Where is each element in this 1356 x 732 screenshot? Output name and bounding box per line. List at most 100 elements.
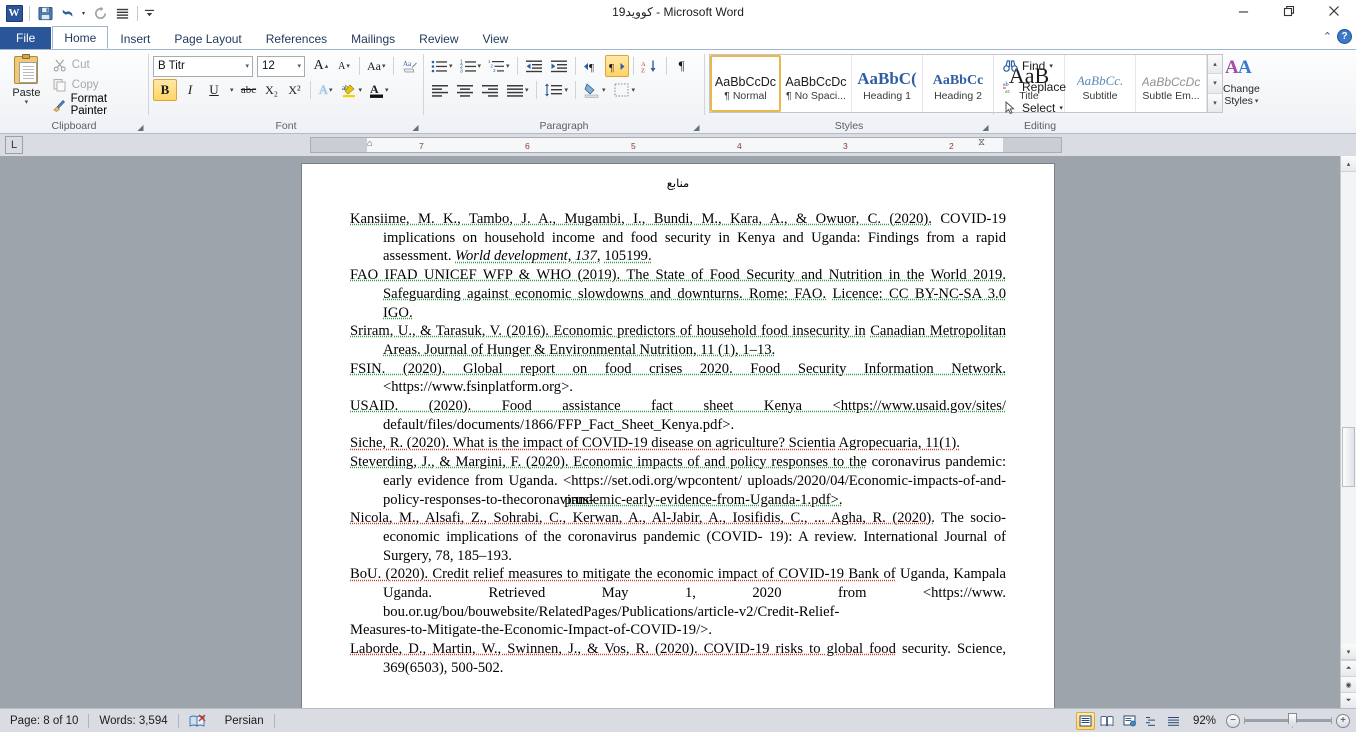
tab-insert[interactable]: Insert [108,28,162,49]
document-canvas[interactable]: منابع Kansiime, M. K., Tambo, J. A., Mug… [0,156,1356,708]
style-normal[interactable]: AaBbCcDc ¶ Normal [710,55,781,112]
previous-page-button[interactable]: ⏶ [1341,660,1356,676]
view-web-layout-button[interactable] [1120,712,1139,730]
reference-entry[interactable]: Laborde, D., Martin, W., Swinnen, J., & … [350,640,1006,677]
document-content[interactable]: منابع Kansiime, M. K., Tambo, J. A., Mug… [302,164,1054,678]
zoom-slider-track[interactable] [1244,719,1332,722]
scroll-up-button[interactable]: ▴ [1341,156,1356,172]
word-logo-button[interactable]: W [4,3,24,23]
view-draft-button[interactable] [1164,712,1183,730]
reference-entry[interactable]: Sriram, U., & Tarasuk, V. (2016). Econom… [350,322,1006,359]
shrink-font-button[interactable]: A▾ [333,55,355,77]
highlight-button[interactable]: ab ▾ [338,79,366,101]
document-page[interactable]: منابع Kansiime, M. K., Tambo, J. A., Mug… [302,164,1054,708]
undo-button[interactable] [57,3,77,23]
tab-review[interactable]: Review [407,28,470,49]
reference-entry[interactable]: Nicola, M., Alsafi, Z., Sohrabi, C., Ker… [350,509,1006,565]
justify-button[interactable]: ▾ [503,79,532,101]
word-count[interactable]: Words: 3,594 [89,711,177,731]
paste-button[interactable]: Paste ▾ [4,53,49,106]
borders-button[interactable]: ▾ [610,79,639,101]
grow-font-button[interactable]: A▴ [310,55,332,77]
zoom-level-label[interactable]: 92% [1186,715,1223,727]
font-dialog-launcher[interactable]: ◢ [410,122,421,133]
style-heading-2[interactable]: AaBbCc Heading 2 [923,55,994,112]
customize-quick-access-button[interactable] [143,3,156,23]
font-name-combo[interactable]: B Titr ▾ [153,56,253,77]
bullets-button[interactable]: ▾ [428,55,456,77]
paragraph-dialog-launcher[interactable]: ◢ [691,122,702,133]
language-indicator[interactable]: Persian [215,711,274,731]
horizontal-ruler[interactable]: 7 6 5 4 3 2 [310,137,1062,153]
superscript-button[interactable]: X² [284,79,306,101]
rtl-text-direction-button[interactable]: ¶ [605,55,629,77]
clipboard-dialog-launcher[interactable]: ◢ [135,122,146,133]
next-page-button[interactable]: ⏷ [1341,692,1356,708]
find-button[interactable]: Find ▾ [998,56,1070,76]
close-button[interactable] [1311,0,1356,21]
style-no-spacing[interactable]: AaBbCcDc ¶ No Spaci... [781,55,852,112]
view-full-screen-reading-button[interactable] [1098,712,1117,730]
vertical-scrollbar[interactable]: ▴ ▾ ⏶ ◉ ⏷ [1340,156,1356,708]
reference-entry[interactable]: USAID. (2020). Food assistance fact shee… [350,397,1006,434]
select-button[interactable]: Select ▾ [998,98,1070,118]
tab-view[interactable]: View [471,28,521,49]
gallery-more[interactable]: ▾ [1208,94,1222,112]
subscript-button[interactable]: X₂ [261,79,283,101]
tab-home[interactable]: Home [52,26,108,49]
styles-dialog-launcher[interactable]: ◢ [980,122,991,133]
view-print-layout-button[interactable] [1076,712,1095,730]
zoom-slider-thumb[interactable] [1288,713,1297,728]
scroll-track[interactable] [1341,172,1356,644]
underline-button[interactable]: U [203,79,225,101]
scroll-thumb[interactable] [1342,427,1355,487]
redo-button[interactable] [90,3,110,23]
gallery-scroll-up[interactable]: ▴ [1208,55,1222,74]
font-color-button[interactable]: A ▾ [366,79,392,101]
save-button[interactable] [35,3,55,23]
minimize-button[interactable] [1221,0,1266,21]
format-painter-button[interactable]: Format Painter [49,95,144,114]
align-center-button[interactable] [453,79,477,101]
tab-references[interactable]: References [254,28,339,49]
page-indicator[interactable]: Page: 8 of 10 [0,711,88,731]
change-case-button[interactable]: Aa▾ [364,55,389,77]
scroll-down-button[interactable]: ▾ [1341,644,1356,660]
restore-button[interactable] [1266,0,1311,21]
decrease-indent-button[interactable] [522,55,546,77]
clear-formatting-button[interactable]: Aa [398,55,422,77]
styles-gallery-scrollbar[interactable]: ▴ ▾ ▾ [1207,55,1222,112]
reference-entry[interactable]: Siche, R. (2020). What is the impact of … [350,434,1006,453]
reference-entry[interactable]: FSIN. (2020). Global report on food cris… [350,360,1006,397]
style-heading-1[interactable]: AaBbC( Heading 1 [852,55,923,112]
help-icon[interactable]: ? [1337,29,1352,44]
ltr-text-direction-button[interactable]: ¶ [580,55,604,77]
line-spacing-button[interactable]: ▾ [541,79,572,101]
cut-button[interactable]: Cut [49,55,144,74]
text-effects-button[interactable]: A▾ [315,79,337,101]
copy-button[interactable]: Copy [49,75,144,94]
view-outline-button[interactable] [1142,712,1161,730]
shading-button[interactable]: ▾ [580,79,609,101]
align-left-button[interactable] [428,79,452,101]
reference-entry[interactable]: Steverding, J., & Margini, F. (2020). Ec… [350,453,1006,509]
replace-button[interactable]: abac Replace [998,77,1070,97]
bold-button[interactable]: B [153,79,177,101]
show-formatting-marks-button[interactable]: ¶ [671,55,693,77]
gallery-scroll-down[interactable]: ▾ [1208,74,1222,93]
italic-button[interactable]: I [178,79,202,101]
reference-entry[interactable]: FAO IFAD UNICEF WFP & WHO (2019). The St… [350,266,1006,322]
increase-indent-button[interactable] [547,55,571,77]
tab-page-layout[interactable]: Page Layout [162,28,253,49]
select-browse-object-button[interactable]: ◉ [1341,676,1356,692]
underline-dropdown[interactable]: ▾ [226,79,237,101]
style-subtle-emphasis[interactable]: AaBbCcDc Subtle Em... [1136,55,1207,112]
zoom-in-button[interactable]: + [1336,714,1350,728]
reference-entry[interactable]: Kansiime, M. K., Tambo, J. A., Mugambi, … [350,210,1006,266]
tab-stop-selector[interactable]: L [5,136,23,154]
minimize-ribbon-icon[interactable]: ⌃ [1323,30,1332,43]
sort-button[interactable]: AZ [638,55,662,77]
reference-entry[interactable]: BoU. (2020). Credit relief measures to m… [350,565,1006,640]
zoom-out-button[interactable]: − [1226,714,1240,728]
proofing-status[interactable] [179,711,215,731]
